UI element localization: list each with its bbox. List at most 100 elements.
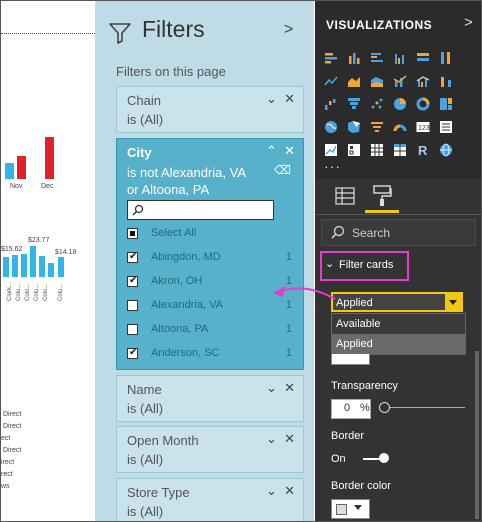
filter-card-chain[interactable]: Chain is (All) ⌄ ✕ bbox=[116, 86, 304, 133]
chart-bar[interactable] bbox=[48, 263, 54, 277]
list-item[interactable]: ✔ Anderson, SC 1 bbox=[127, 345, 292, 363]
funnel-chart-icon[interactable] bbox=[347, 97, 361, 111]
price-label: $23.77 bbox=[28, 237, 50, 244]
filter-card-city[interactable]: City ⌃ ✕ ⌫ is not Alexandria, VA or Alto… bbox=[116, 138, 304, 370]
search-input[interactable]: Search bbox=[321, 219, 476, 246]
stacked-bar-chart-icon[interactable] bbox=[324, 51, 338, 65]
chart-bar[interactable] bbox=[58, 257, 64, 277]
chart-bar[interactable] bbox=[30, 246, 36, 277]
filter-card-name[interactable]: Name is (All) ⌄ ✕ bbox=[116, 375, 304, 422]
scrollbar[interactable] bbox=[475, 351, 479, 519]
eraser-icon[interactable]: ⌫ bbox=[274, 163, 291, 177]
100-percent-bar-chart-icon[interactable] bbox=[416, 51, 430, 65]
chevron-down-icon bbox=[354, 505, 362, 510]
scatter-chart-icon[interactable] bbox=[370, 97, 384, 111]
multi-row-card-icon[interactable] bbox=[439, 120, 453, 134]
svg-text:123: 123 bbox=[418, 125, 430, 132]
chevron-up-icon[interactable]: ⌃ bbox=[266, 143, 277, 158]
fields-tab-icon[interactable] bbox=[335, 187, 355, 205]
svg-text:R: R bbox=[418, 143, 428, 157]
chevron-down-icon[interactable]: ⌄ bbox=[266, 431, 277, 446]
stacked-area-chart-icon[interactable] bbox=[370, 74, 384, 88]
filters-title: Filters bbox=[142, 16, 205, 42]
ribbon-chart-icon[interactable] bbox=[439, 74, 453, 88]
close-icon[interactable]: ✕ bbox=[284, 483, 295, 498]
chart-bar[interactable] bbox=[45, 137, 54, 179]
filter-card-open-month[interactable]: Open Month is (All) ⌄ ✕ bbox=[116, 426, 304, 473]
line-and-clustered-column-chart-icon[interactable] bbox=[416, 74, 430, 88]
close-icon[interactable]: ✕ bbox=[284, 143, 295, 158]
checkbox-checked[interactable]: ✔ bbox=[127, 275, 138, 287]
chart-bar[interactable] bbox=[5, 163, 14, 179]
line-and-column-chart-icon[interactable] bbox=[393, 74, 407, 88]
chart-bar[interactable] bbox=[21, 254, 27, 277]
r-script-visual-icon[interactable]: R bbox=[416, 143, 430, 157]
area-chart-icon[interactable] bbox=[347, 74, 361, 88]
list-item[interactable]: ✔ Abingdon, MD 1 bbox=[127, 249, 292, 267]
border-color-picker[interactable] bbox=[331, 499, 370, 519]
dropdown-arrow-icon[interactable] bbox=[445, 294, 461, 310]
collapse-visualizations-chevron-icon[interactable]: > bbox=[464, 14, 473, 31]
close-icon[interactable]: ✕ bbox=[284, 431, 295, 446]
matrix-icon[interactable] bbox=[393, 143, 407, 157]
chevron-down-icon[interactable]: ⌄ bbox=[266, 380, 277, 395]
globe-visual-icon[interactable] bbox=[439, 143, 453, 157]
category-label: Colu... bbox=[16, 283, 22, 301]
donut-chart-icon[interactable] bbox=[416, 97, 430, 111]
option-label: Alexandria, VA bbox=[151, 299, 223, 311]
filter-cards-section-header[interactable]: ⌄ Filter cards bbox=[320, 251, 409, 281]
line-chart-icon[interactable] bbox=[324, 74, 338, 88]
transparency-input[interactable]: 0 % bbox=[331, 399, 371, 419]
slicer-icon[interactable] bbox=[347, 143, 361, 157]
clustered-column-chart-icon[interactable] bbox=[393, 51, 407, 65]
transparency-slider[interactable] bbox=[383, 407, 465, 408]
pie-chart-icon[interactable] bbox=[393, 97, 407, 111]
treemap-icon[interactable] bbox=[439, 97, 453, 111]
visualizations-gallery: VISUALIZATIONS > 123 R ··· bbox=[315, 1, 481, 179]
map-icon[interactable] bbox=[324, 120, 338, 134]
chart-bar[interactable] bbox=[3, 257, 9, 277]
category-label: Colu... bbox=[43, 283, 49, 301]
background-color-picker[interactable] bbox=[331, 354, 370, 365]
list-item[interactable]: Altoona, PA 1 bbox=[127, 321, 292, 339]
close-icon[interactable]: ✕ bbox=[284, 380, 295, 395]
filter-card-store-type[interactable]: Store Type is (All) ⌄ ✕ bbox=[116, 478, 304, 521]
checkbox-unchecked[interactable] bbox=[127, 300, 138, 311]
chart-bar[interactable] bbox=[17, 156, 26, 179]
dropdown-option-applied[interactable]: Applied bbox=[332, 334, 465, 354]
100-percent-column-chart-icon[interactable] bbox=[439, 51, 453, 65]
kpi-icon[interactable] bbox=[324, 143, 338, 157]
side-text: Direct bbox=[3, 423, 22, 430]
list-item[interactable]: Select All bbox=[127, 225, 292, 243]
section-title: Filter cards bbox=[339, 259, 394, 271]
checkbox-partial[interactable] bbox=[127, 228, 138, 239]
checkbox-checked[interactable]: ✔ bbox=[127, 347, 138, 359]
checkbox-unchecked[interactable] bbox=[127, 324, 138, 335]
format-paint-roller-icon[interactable] bbox=[372, 185, 392, 207]
transparency-slider-handle[interactable] bbox=[379, 402, 390, 413]
close-icon[interactable]: ✕ bbox=[284, 91, 295, 106]
clustered-bar-chart-icon[interactable] bbox=[370, 51, 384, 65]
chevron-down-icon[interactable]: ⌄ bbox=[266, 483, 277, 498]
filter-card-name: Open Month bbox=[127, 433, 199, 448]
dropdown-option-available[interactable]: Available bbox=[332, 314, 465, 334]
city-search-input[interactable] bbox=[127, 200, 274, 220]
card-icon[interactable]: 123 bbox=[416, 120, 430, 134]
stacked-column-chart-icon[interactable] bbox=[347, 51, 361, 65]
filled-map-icon[interactable] bbox=[347, 120, 361, 134]
checkbox-checked[interactable]: ✔ bbox=[127, 251, 138, 263]
chevron-down-icon[interactable]: ⌄ bbox=[266, 91, 277, 106]
collapse-filters-chevron-icon[interactable]: > bbox=[284, 21, 293, 39]
table-icon[interactable] bbox=[370, 143, 384, 157]
card-actions: ⌄ ✕ bbox=[266, 380, 295, 396]
card-actions: ⌃ ✕ bbox=[266, 143, 295, 159]
more-visuals-icon[interactable]: ··· bbox=[324, 158, 341, 174]
chart-bar[interactable] bbox=[39, 256, 45, 277]
border-toggle-knob[interactable] bbox=[379, 453, 389, 463]
search-placeholder: Search bbox=[352, 226, 391, 240]
gauge-icon[interactable] bbox=[393, 120, 407, 134]
filter-condition: is not Alexandria, VA or Altoona, PA bbox=[127, 165, 246, 197]
funnel-stacked-icon[interactable] bbox=[370, 120, 384, 134]
chart-bar[interactable] bbox=[12, 255, 18, 277]
waterfall-chart-icon[interactable] bbox=[324, 97, 338, 111]
